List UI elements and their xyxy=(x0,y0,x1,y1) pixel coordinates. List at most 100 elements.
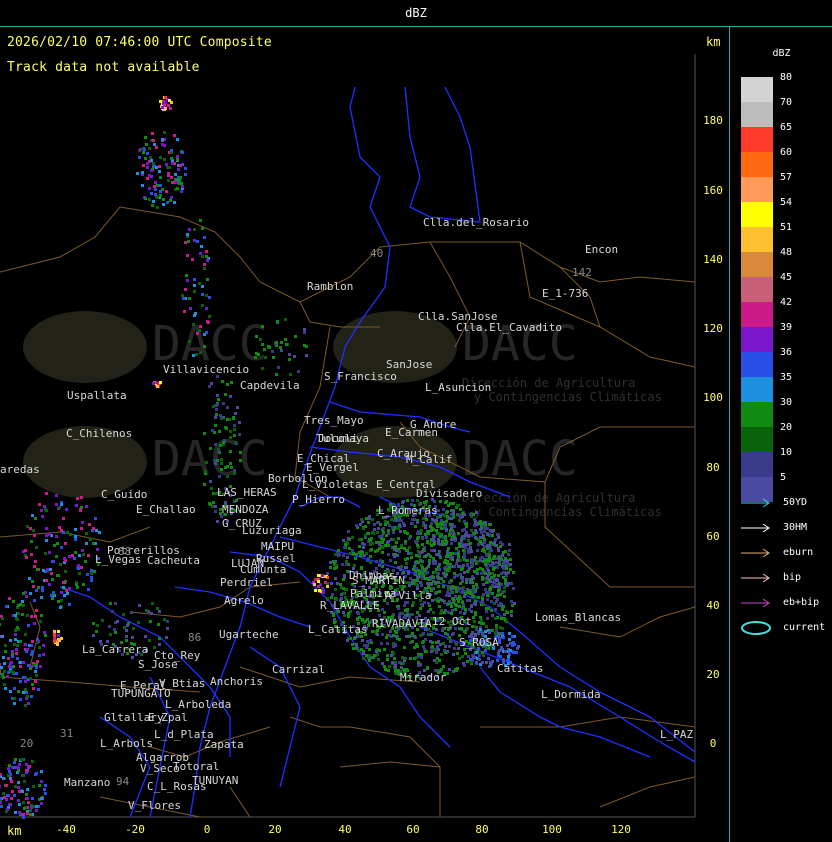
echo-pixel xyxy=(457,504,460,507)
echo-pixel xyxy=(345,560,348,563)
echo-pixel xyxy=(345,563,348,566)
echo-pixel xyxy=(31,683,34,686)
echo-pixel xyxy=(491,614,494,617)
echo-pixel xyxy=(476,549,479,552)
echo-pixel xyxy=(148,147,151,150)
x-tick-label: 120 xyxy=(611,823,631,836)
place-label: L_Arbols xyxy=(100,737,153,750)
echo-pixel xyxy=(481,568,484,571)
echo-pixel xyxy=(34,680,37,683)
echo-pixel xyxy=(401,656,404,659)
echo-pixel xyxy=(59,606,62,609)
echo-pixel xyxy=(432,535,435,538)
place-label: V_Flores xyxy=(128,799,181,812)
echo-pixel xyxy=(38,654,41,657)
echo-pixel xyxy=(459,573,462,576)
echo-pixel xyxy=(513,602,516,605)
echo-pixel xyxy=(381,551,384,554)
echo-pixel xyxy=(447,547,450,550)
echo-pixel xyxy=(31,760,34,763)
echo-pixel xyxy=(487,569,490,572)
echo-pixel xyxy=(13,794,16,797)
echo-pixel xyxy=(502,567,505,570)
echo-pixel xyxy=(150,612,153,615)
radar-map[interactable]: DACC DACC Dirección de Agricultura y Con… xyxy=(0,27,729,842)
echo-pixel xyxy=(423,568,426,571)
place-label: Dhimbas xyxy=(349,569,395,582)
echo-pixel xyxy=(37,586,40,589)
echo-pixel xyxy=(419,634,422,637)
echo-pixel xyxy=(367,557,370,560)
echo-pixel xyxy=(109,633,112,636)
echo-pixel xyxy=(444,542,447,545)
echo-pixel xyxy=(507,553,510,556)
echo-pixel xyxy=(425,650,428,653)
echo-pixel xyxy=(62,581,65,584)
echo-pixel xyxy=(85,505,88,508)
echo-pixel xyxy=(163,618,166,621)
echo-pixel xyxy=(370,548,373,551)
echo-pixel xyxy=(392,645,395,648)
echo-pixel xyxy=(420,653,423,656)
echo-pixel xyxy=(450,640,453,643)
echo-pixel xyxy=(376,521,379,524)
echo-pixel xyxy=(335,566,338,569)
echo-pixel xyxy=(203,483,206,486)
echo-pixel xyxy=(469,581,472,584)
echo-pixel xyxy=(366,640,369,643)
echo-pixel xyxy=(141,171,144,174)
echo-pixel xyxy=(456,574,459,577)
echo-pixel xyxy=(33,599,36,602)
echo-pixel xyxy=(373,528,376,531)
echo-pixel xyxy=(355,553,358,556)
echo-pixel xyxy=(188,340,191,343)
echo-pixel xyxy=(457,532,460,535)
echo-pixel xyxy=(114,631,117,634)
echo-pixel xyxy=(32,785,35,788)
echo-pixel xyxy=(368,538,371,541)
echo-pixel xyxy=(19,661,22,664)
echo-pixel xyxy=(420,603,423,606)
legend-value: 70 xyxy=(780,97,793,108)
echo-pixel xyxy=(450,587,453,590)
echo-pixel xyxy=(93,570,96,573)
echo-pixel xyxy=(263,348,266,351)
echo-pixel xyxy=(444,645,447,648)
echo-pixel xyxy=(314,589,317,592)
echo-pixel xyxy=(158,637,161,640)
echo-pixel xyxy=(150,192,153,195)
echo-pixel xyxy=(481,632,484,635)
echo-pixel xyxy=(479,540,482,543)
echo-pixel xyxy=(466,559,469,562)
legend-swatch xyxy=(741,327,773,352)
echo-pixel xyxy=(447,585,450,588)
echo-pixel xyxy=(145,143,148,146)
echo-pixel xyxy=(485,581,488,584)
echo-pixel xyxy=(166,201,169,204)
echo-pixel xyxy=(2,656,5,659)
echo-pixel xyxy=(28,577,31,580)
echo-pixel xyxy=(404,566,407,569)
place-label: L_Dormida xyxy=(541,688,601,701)
echo-pixel xyxy=(14,811,17,814)
echo-pixel xyxy=(459,582,462,585)
echo-pixel xyxy=(407,572,410,575)
radar-map-panel[interactable]: DACC DACC Dirección de Agricultura y Con… xyxy=(0,27,730,842)
echo-pixel xyxy=(53,630,56,633)
echo-pixel xyxy=(478,654,481,657)
echo-pixel xyxy=(392,538,395,541)
echo-pixel xyxy=(165,190,168,193)
echo-pixel xyxy=(233,428,236,431)
echo-pixel xyxy=(21,613,24,616)
echo-pixel xyxy=(25,691,28,694)
echo-pixel xyxy=(330,582,333,585)
echo-pixel xyxy=(508,543,511,546)
echo-pixel xyxy=(176,155,179,158)
echo-pixel xyxy=(30,553,33,556)
echo-pixel xyxy=(453,565,456,568)
echo-pixel xyxy=(198,282,201,285)
echo-pixel xyxy=(376,531,379,534)
echo-pixel xyxy=(174,173,177,176)
echo-pixel xyxy=(363,554,366,557)
echo-pixel xyxy=(339,583,342,586)
